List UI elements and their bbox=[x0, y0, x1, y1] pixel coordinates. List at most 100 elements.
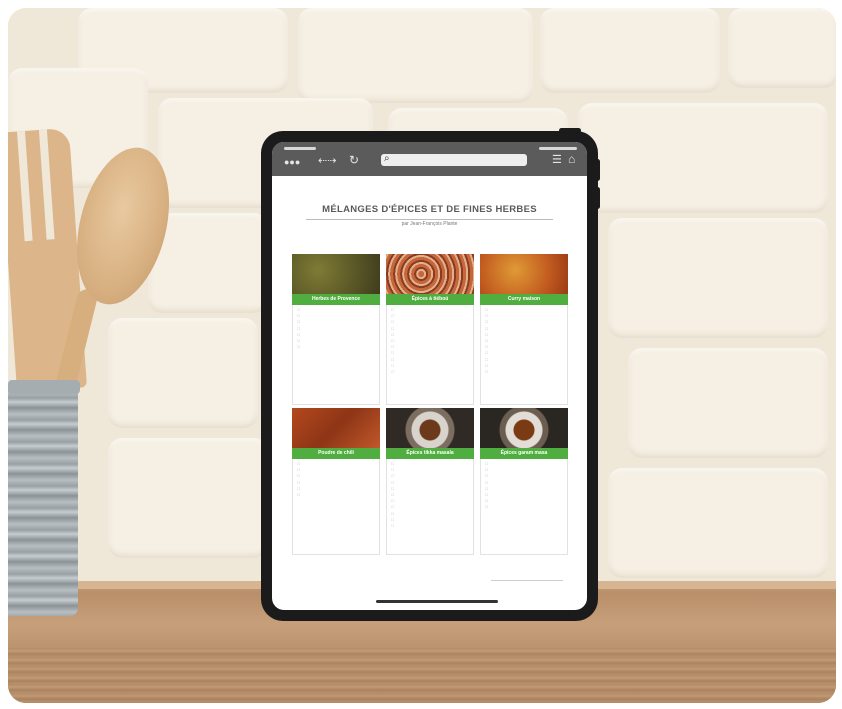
home-icon[interactable]: ⌂ bbox=[568, 153, 575, 165]
ingredient-item[interactable] bbox=[485, 333, 564, 337]
ingredient-item[interactable] bbox=[297, 487, 376, 491]
ingredient-item[interactable] bbox=[297, 462, 376, 466]
ingredient-item[interactable] bbox=[391, 358, 470, 362]
hamburger-icon[interactable]: ☰ bbox=[552, 154, 562, 166]
ingredient-list bbox=[292, 305, 380, 405]
ingredient-item[interactable] bbox=[297, 314, 376, 318]
ingredient-item[interactable] bbox=[391, 462, 470, 466]
ingredient-item[interactable] bbox=[485, 351, 564, 355]
ingredient-item[interactable] bbox=[391, 518, 470, 522]
spice-card: Herbes de Provence bbox=[292, 254, 380, 405]
ingredient-item[interactable] bbox=[391, 468, 470, 472]
ingredient-item[interactable] bbox=[485, 499, 564, 503]
utensil-jar bbox=[8, 386, 78, 616]
spice-card-title: Épices à tiéboú bbox=[386, 294, 474, 305]
ingredient-list bbox=[386, 459, 474, 555]
brick bbox=[578, 103, 828, 213]
spice-photo bbox=[480, 254, 568, 294]
ingredient-item[interactable] bbox=[391, 339, 470, 343]
ingredient-item[interactable] bbox=[485, 481, 564, 485]
ingredient-item[interactable] bbox=[391, 487, 470, 491]
ingredient-item[interactable] bbox=[297, 308, 376, 312]
ingredient-item[interactable] bbox=[297, 493, 376, 497]
brick bbox=[628, 348, 828, 458]
reload-icon[interactable]: ↻ bbox=[349, 154, 359, 166]
document-subtitle: par Jean-François Plante bbox=[401, 221, 458, 227]
volume-down-button[interactable] bbox=[595, 187, 600, 209]
ingredient-item[interactable] bbox=[485, 370, 564, 374]
ingredient-item[interactable] bbox=[391, 493, 470, 497]
tablet: ●●● ⇠⇢ ↻ ⌕ ☰ ⌂ MÉLANGES D'ÉPICES ET DE F… bbox=[261, 128, 600, 621]
ingredient-item[interactable] bbox=[297, 339, 376, 343]
ingredient-item[interactable] bbox=[297, 481, 376, 485]
brick bbox=[108, 438, 268, 558]
ingredient-item[interactable] bbox=[485, 358, 564, 362]
back-forward-icon[interactable]: ⇠⇢ bbox=[318, 155, 336, 167]
ingredient-item[interactable] bbox=[391, 320, 470, 324]
spice-card-title: Poudre de chili bbox=[292, 448, 380, 459]
ingredient-item[interactable] bbox=[391, 345, 470, 349]
ingredient-item[interactable] bbox=[297, 333, 376, 337]
ingredient-item[interactable] bbox=[485, 320, 564, 324]
menu-dots-icon[interactable]: ●●● bbox=[284, 156, 300, 168]
ingredient-item[interactable] bbox=[485, 505, 564, 509]
ingredient-list bbox=[386, 305, 474, 405]
ingredient-item[interactable] bbox=[391, 524, 470, 528]
ingredient-item[interactable] bbox=[297, 327, 376, 331]
spice-card: Épices tikka masala bbox=[386, 408, 474, 555]
ingredient-item[interactable] bbox=[485, 487, 564, 491]
ingredient-item[interactable] bbox=[485, 493, 564, 497]
ingredient-item[interactable] bbox=[391, 351, 470, 355]
toolbar-indicator bbox=[539, 147, 577, 150]
ingredient-item[interactable] bbox=[485, 314, 564, 318]
ingredient-item[interactable] bbox=[391, 481, 470, 485]
document-title: MÉLANGES D'ÉPICES ET DE FINES HERBES bbox=[322, 204, 537, 215]
ingredient-item[interactable] bbox=[391, 327, 470, 331]
ingredient-item[interactable] bbox=[391, 370, 470, 374]
ingredient-item[interactable] bbox=[391, 314, 470, 318]
fork-slot bbox=[38, 129, 55, 240]
ingredient-item[interactable] bbox=[391, 333, 470, 337]
brick bbox=[108, 318, 258, 428]
toolbar-indicator bbox=[284, 147, 316, 150]
ingredient-item[interactable] bbox=[485, 308, 564, 312]
spice-photo bbox=[480, 408, 568, 448]
browser-toolbar: ●●● ⇠⇢ ↻ ⌕ ☰ ⌂ bbox=[272, 142, 587, 176]
title-rule bbox=[306, 219, 553, 220]
ingredient-list bbox=[480, 459, 568, 555]
spice-card: Épices à tiéboú bbox=[386, 254, 474, 405]
ingredient-item[interactable] bbox=[297, 345, 376, 349]
ingredient-item[interactable] bbox=[391, 512, 470, 516]
ingredient-item[interactable] bbox=[485, 474, 564, 478]
ingredient-item[interactable] bbox=[297, 474, 376, 478]
ingredient-item[interactable] bbox=[391, 474, 470, 478]
spice-photo bbox=[386, 408, 474, 448]
spice-card: Épices garam masa bbox=[480, 408, 568, 555]
home-indicator[interactable] bbox=[376, 600, 498, 603]
utensil-jar-rim bbox=[8, 380, 80, 394]
tablet-screen: ●●● ⇠⇢ ↻ ⌕ ☰ ⌂ MÉLANGES D'ÉPICES ET DE F… bbox=[272, 142, 587, 610]
brick bbox=[298, 8, 533, 103]
ingredient-item[interactable] bbox=[297, 320, 376, 324]
ingredient-item[interactable] bbox=[485, 468, 564, 472]
power-button[interactable] bbox=[559, 128, 581, 133]
search-icon: ⌕ bbox=[384, 153, 390, 164]
ingredient-item[interactable] bbox=[391, 499, 470, 503]
footer-logo bbox=[491, 570, 563, 581]
ingredient-item[interactable] bbox=[485, 345, 564, 349]
ingredient-item[interactable] bbox=[391, 505, 470, 509]
url-bar[interactable]: ⌕ bbox=[381, 153, 527, 166]
ingredient-item[interactable] bbox=[297, 468, 376, 472]
scene: ●●● ⇠⇢ ↻ ⌕ ☰ ⌂ MÉLANGES D'ÉPICES ET DE F… bbox=[8, 8, 836, 703]
volume-up-button[interactable] bbox=[595, 159, 600, 181]
ingredient-item[interactable] bbox=[391, 364, 470, 368]
spice-photo bbox=[386, 254, 474, 294]
spice-photo bbox=[292, 254, 380, 294]
ingredient-item[interactable] bbox=[485, 462, 564, 466]
ingredient-item[interactable] bbox=[485, 327, 564, 331]
ingredient-item[interactable] bbox=[391, 308, 470, 312]
brick bbox=[608, 218, 828, 338]
ingredient-item[interactable] bbox=[485, 339, 564, 343]
ingredient-list bbox=[292, 459, 380, 555]
ingredient-item[interactable] bbox=[485, 364, 564, 368]
